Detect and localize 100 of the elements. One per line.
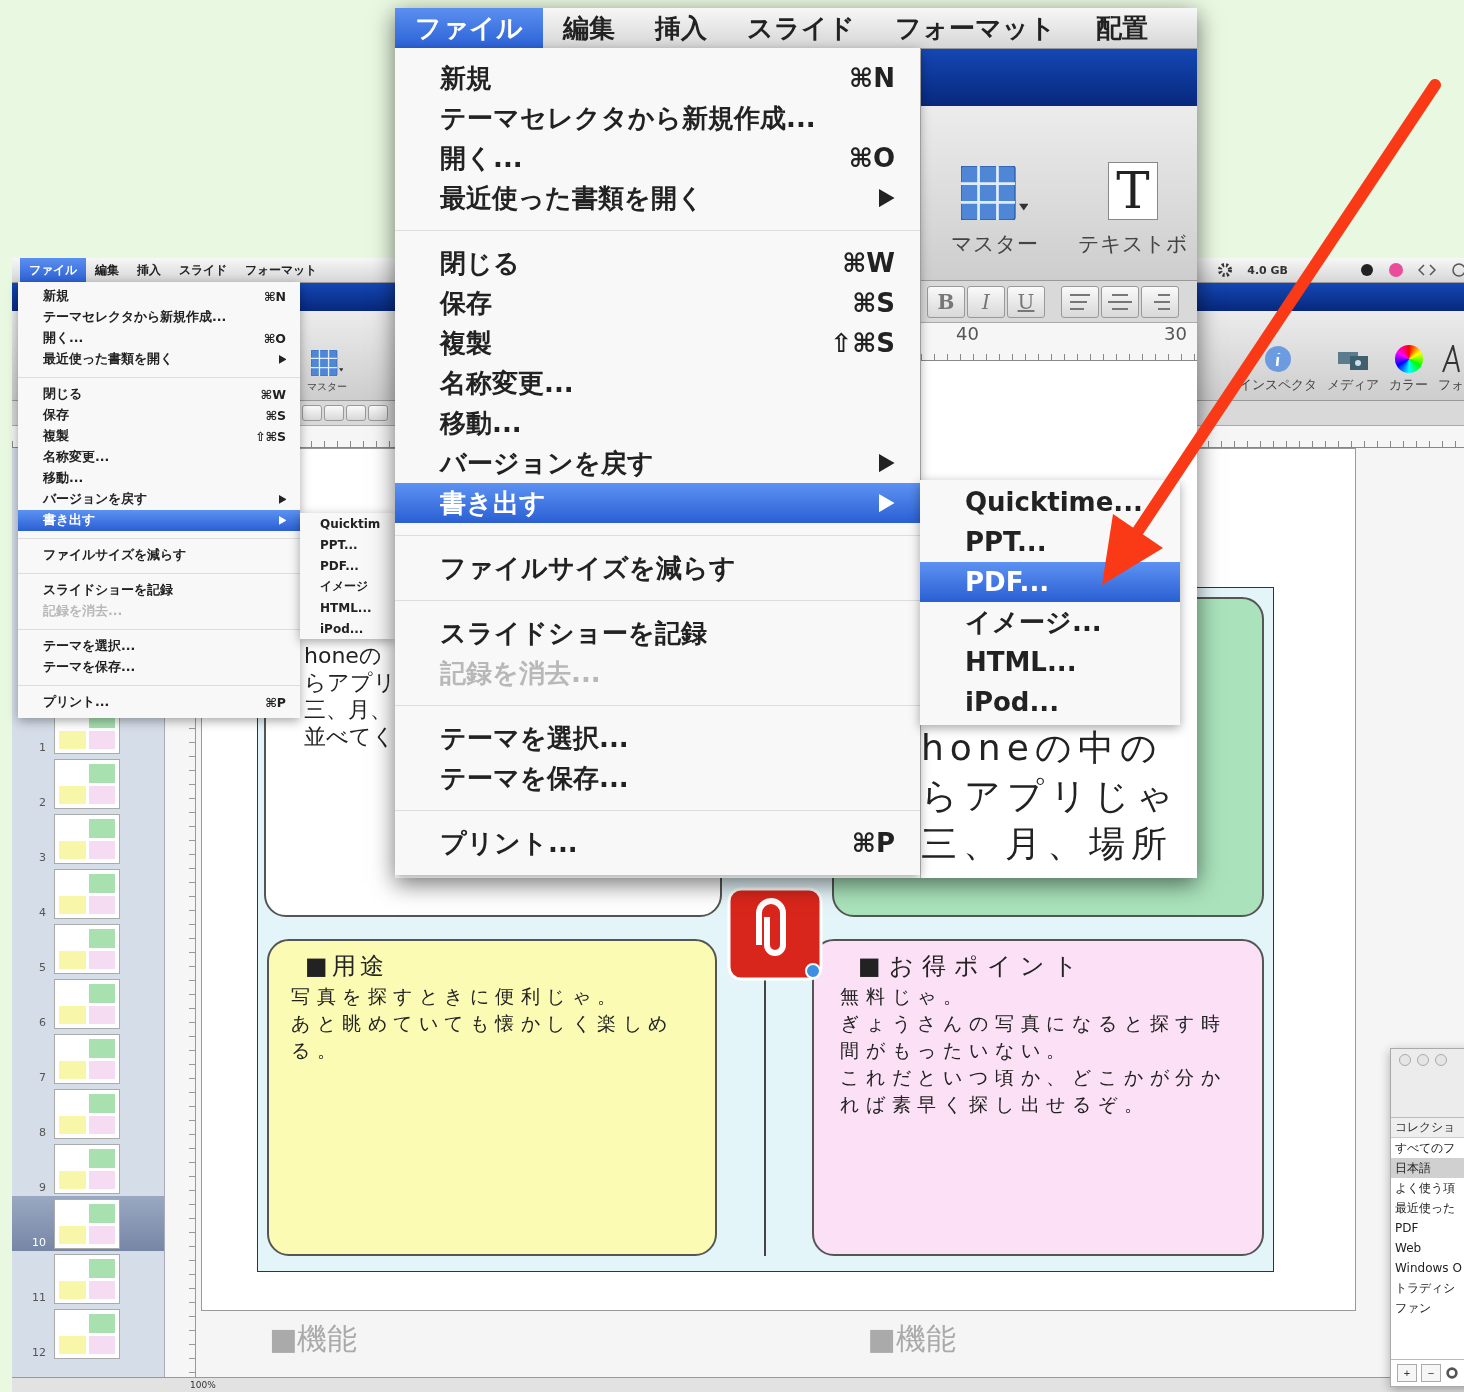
- format-button[interactable]: [324, 405, 344, 421]
- shortcut-label: ⌘P: [851, 828, 895, 858]
- menu-item[interactable]: 保存 ⌘S: [395, 283, 920, 323]
- menu-item[interactable]: イメージ...: [920, 602, 1180, 642]
- menu-item[interactable]: 複製 ⇧⌘S: [18, 426, 300, 447]
- menu-item[interactable]: 新規 ⌘N: [18, 286, 300, 307]
- menu-item[interactable]: スライドショーを記録: [18, 580, 300, 601]
- collection-item[interactable]: ファン: [1391, 1298, 1464, 1318]
- menu-bar-item[interactable]: 配置: [1076, 8, 1168, 48]
- menu-item[interactable]: iPod...: [920, 682, 1180, 722]
- menu-item[interactable]: PPT...: [920, 522, 1180, 562]
- align-button[interactable]: [1141, 285, 1179, 318]
- slide-list-item[interactable]: 9: [12, 1141, 164, 1196]
- menu-item[interactable]: 移動...: [395, 403, 920, 443]
- submenu-arrow-icon: [879, 188, 895, 208]
- menu-item[interactable]: テーマを保存...: [18, 657, 300, 678]
- format-button[interactable]: U: [1007, 285, 1045, 318]
- menu-item[interactable]: PPT...: [300, 534, 395, 555]
- menu-item[interactable]: 新規 ⌘N: [395, 58, 920, 98]
- menu-item[interactable]: 名称変更...: [395, 363, 920, 403]
- menu-item[interactable]: 保存 ⌘S: [18, 405, 300, 426]
- menu-item[interactable]: 最近使った書類を開く: [18, 349, 300, 370]
- menu-item[interactable]: Quicktime...: [920, 482, 1180, 522]
- align-button[interactable]: [1061, 285, 1099, 318]
- menu-item[interactable]: テーマを保存...: [395, 758, 920, 798]
- menu-item[interactable]: 開く... ⌘O: [395, 138, 920, 178]
- menu-bar-item[interactable]: 編集: [543, 8, 635, 48]
- menu-item[interactable]: テーマセレクタから新規作成...: [18, 307, 300, 328]
- collection-item[interactable]: 最近使った: [1391, 1198, 1464, 1218]
- menu-item[interactable]: 書き出す: [18, 510, 300, 531]
- menu-item[interactable]: バージョンを戻す: [18, 489, 300, 510]
- menu-bar-item[interactable]: ファイル: [395, 8, 543, 48]
- window-control-icon[interactable]: [1435, 1054, 1447, 1066]
- slide-number: 3: [38, 851, 46, 864]
- menu-bar-item[interactable]: フォーマット: [875, 8, 1076, 48]
- menu-item[interactable]: Quicktim: [300, 513, 395, 534]
- menu-item[interactable]: 移動...: [18, 468, 300, 489]
- panel-button[interactable]: +: [1397, 1364, 1417, 1382]
- align-button[interactable]: [1101, 285, 1139, 318]
- format-button[interactable]: [368, 405, 388, 421]
- collection-item[interactable]: トラディシ: [1391, 1278, 1464, 1298]
- menu-item[interactable]: 書き出す: [395, 483, 920, 523]
- format-button[interactable]: [346, 405, 366, 421]
- collection-item[interactable]: よく使う項: [1391, 1178, 1464, 1198]
- menu-bar-item[interactable]: 挿入: [635, 8, 727, 48]
- menu-bar-item[interactable]: 挿入: [128, 258, 170, 282]
- menu-item[interactable]: ファイルサイズを減らす: [18, 545, 300, 566]
- shortcut-label: ⌘P: [265, 695, 286, 710]
- collection-item[interactable]: 日本語: [1391, 1158, 1464, 1178]
- toolbar-label: フォ: [1438, 377, 1464, 394]
- collection-item[interactable]: Web: [1391, 1238, 1464, 1258]
- slide-thumbnail: [54, 1089, 120, 1139]
- menu-item[interactable]: 開く... ⌘O: [18, 328, 300, 349]
- menu-item[interactable]: スライドショーを記録: [395, 613, 920, 653]
- menu-item[interactable]: 閉じる ⌘W: [395, 243, 920, 283]
- window-control-icon[interactable]: [1417, 1054, 1429, 1066]
- slide-list-item[interactable]: 12: [12, 1306, 164, 1361]
- zoom-level[interactable]: 100%: [190, 1380, 216, 1390]
- slide-list-item[interactable]: 5: [12, 921, 164, 976]
- slide-number: 4: [38, 906, 46, 919]
- slide-thumbnail: [54, 1199, 120, 1249]
- format-button[interactable]: I: [967, 285, 1005, 318]
- menu-item[interactable]: バージョンを戻す: [395, 443, 920, 483]
- menu-item[interactable]: 最近使った書類を開く: [395, 178, 920, 218]
- menu-item[interactable]: プリント... ⌘P: [395, 823, 920, 863]
- window-control-icon[interactable]: [1399, 1054, 1411, 1066]
- menu-item[interactable]: ファイルサイズを減らす: [395, 548, 920, 588]
- menu-item[interactable]: PDF...: [300, 555, 395, 576]
- menu-item[interactable]: PDF...: [920, 562, 1180, 602]
- menu-item[interactable]: 名称変更...: [18, 447, 300, 468]
- menu-item[interactable]: テーマセレクタから新規作成...: [395, 98, 920, 138]
- menu-item[interactable]: 閉じる ⌘W: [18, 384, 300, 405]
- menu-bar-item[interactable]: ファイル: [20, 258, 86, 282]
- collection-item[interactable]: PDF: [1391, 1218, 1464, 1238]
- menu-item[interactable]: テーマを選択...: [395, 718, 920, 758]
- menu-bar-item[interactable]: フォーマット: [236, 258, 326, 282]
- slide-list-item[interactable]: 11: [12, 1251, 164, 1306]
- collection-item[interactable]: すべてのフ: [1391, 1138, 1464, 1158]
- menu-bar-item[interactable]: スライド: [170, 258, 236, 282]
- collection-item[interactable]: Windows O: [1391, 1258, 1464, 1278]
- menu-bar-item[interactable]: 編集: [86, 258, 128, 282]
- menu-item[interactable]: HTML...: [920, 642, 1180, 682]
- menu-item[interactable]: iPod...: [300, 618, 395, 639]
- slide-list-item[interactable]: 7: [12, 1031, 164, 1086]
- shortcut-label: ⌘N: [263, 289, 286, 304]
- slide-list-item[interactable]: 6: [12, 976, 164, 1031]
- menu-item[interactable]: 複製 ⇧⌘S: [395, 323, 920, 363]
- panel-button[interactable]: −: [1421, 1364, 1441, 1382]
- slide-list-item[interactable]: 4: [12, 866, 164, 921]
- menu-item[interactable]: HTML...: [300, 597, 395, 618]
- slide-thumbnail: [54, 1309, 120, 1359]
- format-button[interactable]: [302, 405, 322, 421]
- slide-list-item[interactable]: 8: [12, 1086, 164, 1141]
- menu-item[interactable]: プリント... ⌘P: [18, 692, 300, 713]
- menu-item[interactable]: イメージ: [300, 576, 395, 597]
- format-button[interactable]: B: [927, 285, 965, 318]
- slide-list-item[interactable]: 3: [12, 811, 164, 866]
- slide-list-item[interactable]: 2: [12, 756, 164, 811]
- menu-item[interactable]: テーマを選択...: [18, 636, 300, 657]
- menu-bar-item[interactable]: スライド: [727, 8, 875, 48]
